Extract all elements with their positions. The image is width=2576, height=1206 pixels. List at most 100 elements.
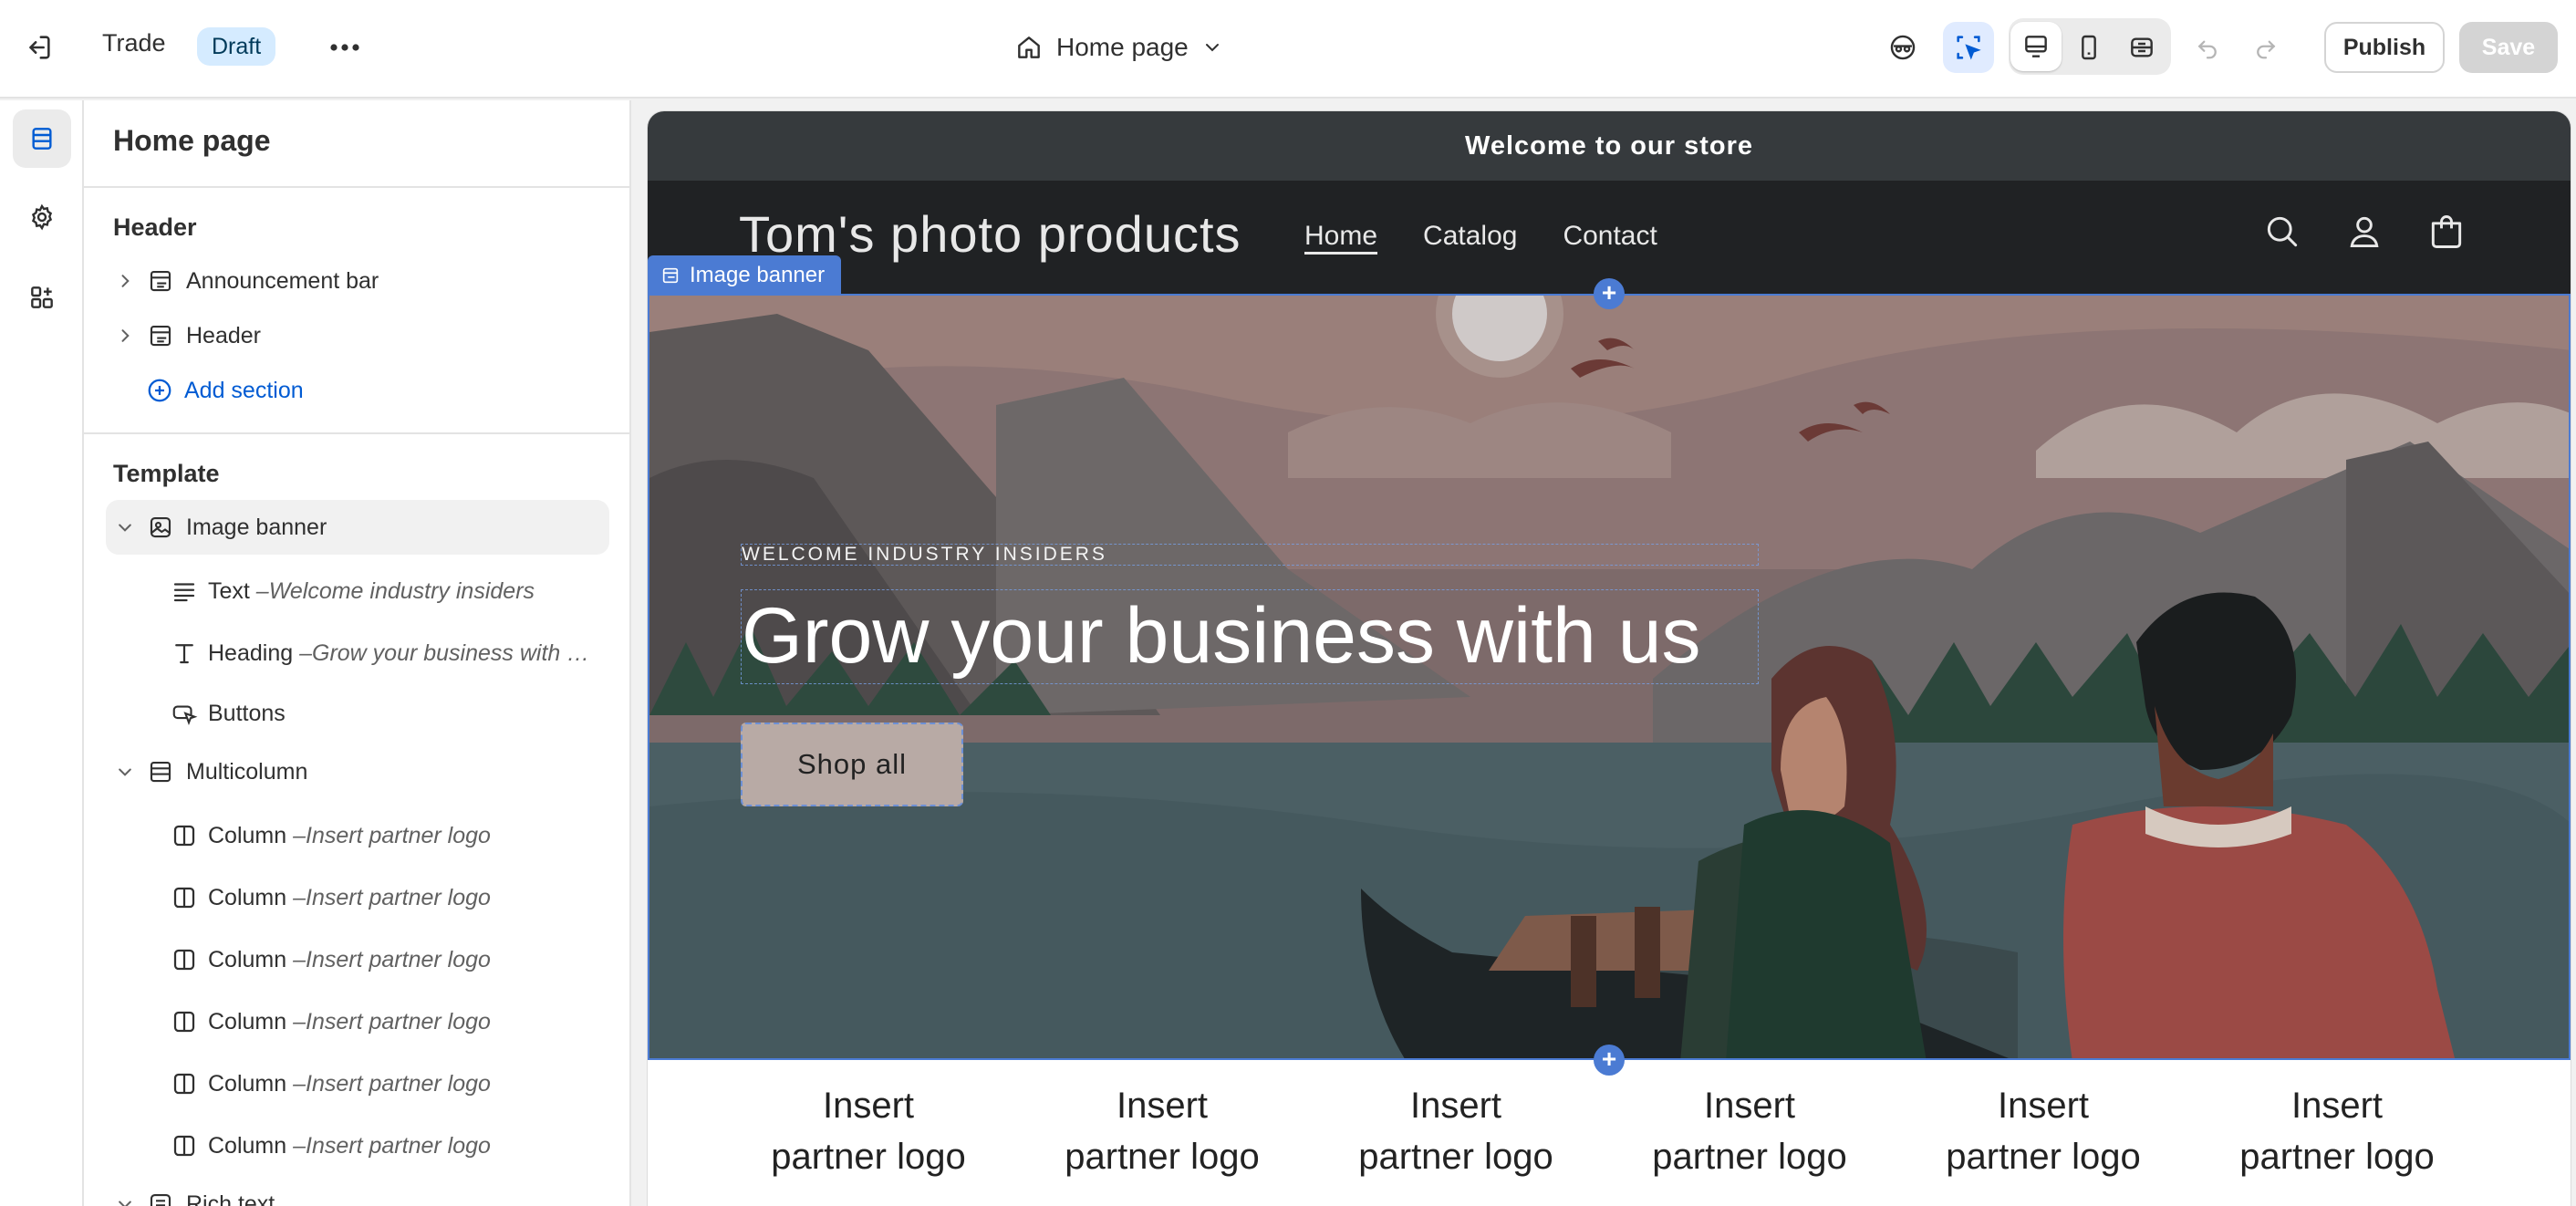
image-icon — [144, 511, 177, 544]
column-icon — [168, 1067, 201, 1100]
block-column[interactable]: Column – Insert partner logo — [106, 994, 609, 1049]
block-subtitle-separator: – — [293, 639, 312, 666]
announcement-bar[interactable]: Welcome to our store — [648, 111, 2571, 181]
block-subtitle: Insert partner logo — [306, 1070, 491, 1097]
publish-button[interactable]: Publish — [2324, 22, 2445, 73]
block-label: Heading — [208, 639, 294, 666]
search-icon[interactable] — [2259, 208, 2306, 255]
block-column[interactable]: Column – Insert partner logo — [106, 1118, 609, 1173]
store-header[interactable]: Tom's photo products Home Catalog Contac… — [648, 181, 2571, 294]
partner-logo-column[interactable]: Insert partner logo — [1617, 1080, 1882, 1182]
section-label: Image banner — [186, 514, 327, 540]
block-subtitle: Insert partner logo — [306, 1132, 491, 1159]
sidekick-icon[interactable] — [1877, 22, 1928, 73]
block-label: Column — [208, 1070, 287, 1097]
block-subtitle-separator: – — [286, 1132, 306, 1159]
block-label: Column — [208, 822, 287, 848]
more-actions-icon[interactable] — [325, 27, 365, 68]
home-icon — [1014, 33, 1044, 62]
chevron-down-icon[interactable] — [109, 1189, 140, 1206]
column-icon — [168, 1129, 201, 1162]
section-layout-icon — [144, 265, 177, 297]
partner-logo-line1: Insert — [1116, 1086, 1209, 1126]
nav-link-home[interactable]: Home — [1304, 221, 1377, 252]
account-icon[interactable] — [2341, 208, 2388, 255]
block-subtitle: Insert partner logo — [306, 822, 491, 848]
block-subtitle-separator: – — [286, 946, 306, 972]
partner-logo-column[interactable]: Insert partner logo — [736, 1080, 1001, 1182]
section-rich-text[interactable]: Rich text — [106, 1177, 609, 1206]
chevron-down-icon[interactable] — [109, 512, 140, 543]
chevron-down-icon[interactable] — [109, 756, 140, 787]
multicolumn-section[interactable]: Insert partner logo Insert partner logo … — [648, 1060, 2571, 1206]
apps-icon[interactable] — [13, 268, 71, 327]
partner-logo-column[interactable]: Insert partner logo — [1911, 1080, 2176, 1182]
exit-icon[interactable] — [18, 27, 58, 68]
add-section-above-icon[interactable]: + — [1594, 278, 1625, 309]
inspector-toggle-icon[interactable] — [1943, 22, 1994, 73]
page-selector[interactable]: Home page — [1014, 26, 1223, 69]
cart-icon[interactable] — [2423, 208, 2470, 255]
section-multicolumn[interactable]: Multicolumn — [106, 744, 609, 799]
block-label: Column — [208, 884, 287, 910]
section-label: Rich text — [186, 1190, 275, 1206]
chevron-right-icon[interactable] — [109, 320, 140, 351]
block-column[interactable]: Column – Insert partner logo — [106, 932, 609, 987]
block-subtitle-separator: – — [286, 1008, 306, 1034]
template-group-title: Template — [113, 460, 220, 487]
banner-subheading[interactable]: WELCOME INDUSTRY INSIDERS — [741, 544, 1759, 566]
block-subtitle: Insert partner logo — [306, 946, 491, 972]
theme-name[interactable]: Trade — [102, 29, 166, 57]
redo-icon[interactable] — [2240, 22, 2291, 73]
section-tag-label: Image banner — [690, 263, 826, 287]
text-align-icon — [168, 575, 201, 608]
chevron-down-icon — [1201, 36, 1223, 58]
add-section-below-icon[interactable]: + — [1594, 1045, 1625, 1076]
section-header[interactable]: Header — [106, 308, 609, 363]
mobile-view-icon[interactable] — [2063, 22, 2114, 73]
editor-topbar: Trade Draft Home page Publish Save — [0, 0, 2576, 99]
partner-logo-line2: partner logo — [1358, 1137, 1553, 1177]
store-nav: Home Catalog Contact — [1304, 221, 1657, 252]
rich-text-icon — [144, 1188, 177, 1206]
nav-link-catalog[interactable]: Catalog — [1423, 221, 1517, 252]
section-image-banner[interactable]: Image banner — [106, 500, 609, 555]
section-label: Announcement bar — [186, 267, 379, 294]
full-width-view-icon[interactable] — [2116, 22, 2167, 73]
partner-logo-line1: Insert — [1703, 1086, 1796, 1126]
block-column[interactable]: Column – Insert partner logo — [106, 808, 609, 863]
section-layout-icon — [660, 265, 680, 286]
block-subtitle-separator: – — [286, 884, 306, 910]
column-icon — [168, 881, 201, 914]
banner-heading[interactable]: Grow your business with us — [741, 589, 1759, 684]
column-icon — [168, 819, 201, 852]
block-text[interactable]: Text – Welcome industry insiders — [106, 564, 609, 619]
save-button[interactable]: Save — [2459, 22, 2558, 73]
partner-logo-line2: partner logo — [1946, 1137, 2141, 1177]
desktop-view-icon[interactable] — [2010, 22, 2062, 71]
section-layout-icon — [144, 755, 177, 788]
partner-logo-column[interactable]: Insert partner logo — [1324, 1080, 1588, 1182]
sections-icon[interactable] — [13, 109, 71, 168]
sections-sidebar: Home page Header Announcement bar Header… — [84, 100, 631, 1206]
block-subtitle: Welcome industry insiders — [268, 577, 535, 604]
section-announcement-bar[interactable]: Announcement bar — [106, 254, 609, 308]
block-subtitle-separator: – — [249, 577, 269, 604]
nav-link-contact[interactable]: Contact — [1563, 221, 1657, 252]
undo-icon[interactable] — [2182, 22, 2233, 73]
settings-gear-icon[interactable] — [13, 188, 71, 246]
partner-logo-line1: Insert — [822, 1086, 915, 1126]
partner-logo-column[interactable]: Insert partner logo — [1030, 1080, 1294, 1182]
block-heading[interactable]: Heading – Grow your business with us — [106, 626, 609, 681]
image-banner[interactable]: WELCOME INDUSTRY INSIDERS Grow your busi… — [648, 294, 2571, 1060]
block-column[interactable]: Column – Insert partner logo — [106, 870, 609, 925]
partner-logo-column[interactable]: Insert partner logo — [2205, 1080, 2469, 1182]
left-rail — [0, 100, 84, 1206]
add-section-button[interactable]: Add section — [146, 370, 304, 411]
shop-all-button[interactable]: Shop all — [741, 723, 963, 806]
block-subtitle: Grow your business with us — [312, 639, 590, 666]
section-label: Header — [186, 322, 261, 348]
chevron-right-icon[interactable] — [109, 265, 140, 296]
block-column[interactable]: Column – Insert partner logo — [106, 1056, 609, 1111]
block-buttons[interactable]: Buttons — [106, 686, 609, 741]
